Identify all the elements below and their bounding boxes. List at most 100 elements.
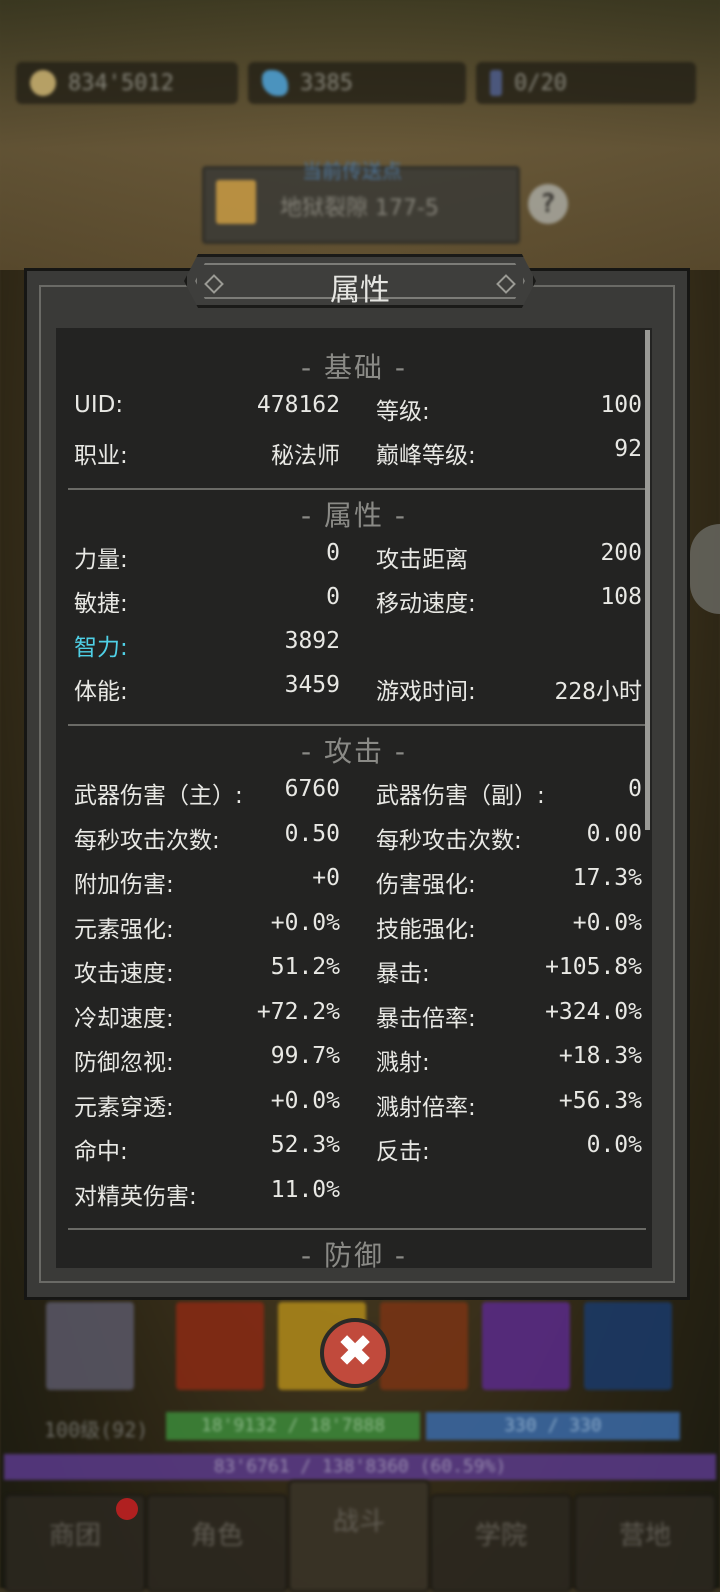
stat-value: 0	[628, 776, 642, 802]
stat-value: 6760	[284, 776, 340, 802]
stat-label: 溅射倍率:	[376, 1094, 476, 1121]
stat-row: 附加伤害: +0 伤害强化: 17.3%	[56, 865, 652, 905]
close-button[interactable]: ✖	[320, 1318, 390, 1388]
skill-slot[interactable]	[176, 1302, 264, 1390]
gem-counter: 3385	[248, 62, 466, 104]
panel-title: 属性	[330, 273, 390, 308]
section-header-defense: - 防御 -	[300, 1239, 407, 1268]
stat-row: 攻击速度: 51.2% 暴击: +105.8%	[56, 954, 652, 994]
book-icon	[216, 180, 256, 224]
stat-row: 职业: 秘法师 巅峰等级: 92	[56, 436, 652, 476]
stat-row: 每秒攻击次数: 0.50 每秒攻击次数: 0.00	[56, 821, 652, 861]
stat-label: 暴击:	[376, 961, 430, 987]
stat-value: 228小时	[554, 679, 642, 705]
stat-row: 敏捷: 0 移动速度: 108	[56, 584, 652, 624]
stat-value: 92	[614, 436, 642, 462]
portal-caption: 当前传送点	[302, 159, 402, 183]
stat-row: 防御忽视: 99.7% 溅射: +18.3%	[56, 1043, 652, 1083]
key-icon	[490, 70, 502, 96]
section-header-basic: - 基础 -	[300, 351, 407, 384]
stat-row: 智力: 3892	[56, 628, 652, 668]
panel-title-tab: 属性	[184, 254, 536, 308]
stat-value: 秘法师	[271, 443, 340, 469]
stat-label: 移动速度:	[376, 591, 476, 617]
hp-bar: 18'9132 / 18'7888	[166, 1412, 420, 1440]
stat-value: 3459	[284, 672, 340, 698]
mp-bar: 330 / 330	[426, 1412, 680, 1440]
nav-tab-academy[interactable]: 学院	[430, 1494, 572, 1592]
stat-value: +0.0%	[270, 1087, 340, 1114]
stat-label: 攻击距离	[376, 547, 468, 573]
stats-scroll-area[interactable]: - 基础 - UID: 478162 等级: 100 职业: 秘法师 巅峰等级:…	[56, 328, 652, 1268]
stat-label: 每秒攻击次数:	[74, 827, 220, 854]
stat-value: 51.2%	[270, 954, 340, 980]
stat-row: 冷却速度: +72.2% 暴击倍率: +324.0%	[56, 999, 652, 1039]
section-header-attributes: - 属性 -	[300, 499, 407, 532]
stat-row: 力量: 0 攻击距离 200	[56, 540, 652, 580]
stat-label: 反击:	[376, 1139, 430, 1165]
stat-value: 0	[326, 540, 340, 566]
key-counter: 0/20	[476, 62, 696, 104]
stat-value: +18.3%	[558, 1043, 642, 1069]
stat-label: 防御忽视:	[74, 1050, 174, 1076]
stat-label: 职业:	[74, 443, 128, 469]
stat-row: 体能: 3459 游戏时间: 228小时	[56, 672, 652, 712]
section-divider	[68, 1228, 646, 1230]
stat-value: 0	[326, 584, 340, 610]
player-level: 100级(92)	[44, 1418, 149, 1442]
stat-value: 52.3%	[270, 1132, 340, 1158]
stat-label: 溅射:	[376, 1050, 430, 1076]
stat-label: 攻击速度:	[74, 961, 174, 987]
stat-label: 游戏时间:	[376, 679, 476, 705]
nav-tab-battle[interactable]: 战斗	[288, 1480, 430, 1592]
nav-tab-character[interactable]: 角色	[146, 1494, 288, 1592]
side-menu-button[interactable]	[690, 524, 720, 614]
key-value: 0/20	[514, 70, 567, 96]
skill-slot[interactable]	[380, 1302, 468, 1390]
stat-row: 元素穿透: +0.0% 溅射倍率: +56.3%	[56, 1088, 652, 1128]
stat-row: 对精英伤害: 11.0%	[56, 1177, 652, 1217]
stat-value: +324.0%	[545, 998, 642, 1025]
stat-label: 每秒攻击次数:	[376, 827, 522, 854]
skill-slot[interactable]	[482, 1302, 570, 1390]
stat-label: 等级:	[376, 399, 430, 425]
stat-row: UID: 478162 等级: 100	[56, 392, 652, 432]
stat-label: 体能:	[74, 679, 128, 705]
stat-row: 元素强化: +0.0% 技能强化: +0.0%	[56, 910, 652, 950]
stat-label: 命中:	[74, 1139, 128, 1165]
stat-label: 元素强化:	[74, 916, 174, 943]
stat-value: 0.0%	[586, 1132, 642, 1158]
stat-label: 暴击倍率:	[376, 1005, 476, 1032]
skill-slot[interactable]	[584, 1302, 672, 1390]
scrollbar[interactable]	[645, 330, 650, 830]
section-divider	[68, 724, 646, 726]
xp-bar: 83'6761 / 138'8360 (60.59%)	[4, 1454, 716, 1480]
hero-portrait[interactable]	[46, 1302, 134, 1390]
stat-value: 11.0%	[270, 1176, 340, 1203]
help-icon[interactable]: ?	[528, 184, 568, 224]
stat-value: 0.50	[284, 820, 340, 847]
stat-value: 200	[600, 540, 642, 566]
stat-label: 力量:	[74, 547, 128, 573]
nav-tab-camp[interactable]: 营地	[574, 1494, 716, 1592]
portal-location: 地狱裂隙 177-5	[280, 196, 439, 221]
gem-icon	[262, 70, 288, 96]
stat-value: +0.0%	[270, 909, 340, 936]
stat-label: 技能强化:	[376, 916, 476, 943]
stat-value: +105.8%	[545, 954, 642, 980]
coin-icon	[30, 70, 56, 96]
stat-value: 3892	[284, 628, 340, 654]
stat-label: UID:	[74, 392, 124, 418]
stat-label: 伤害强化:	[376, 872, 476, 898]
stat-label: 附加伤害:	[74, 872, 174, 898]
stat-label: 对精英伤害:	[74, 1183, 197, 1210]
stat-row: 命中: 52.3% 反击: 0.0%	[56, 1132, 652, 1172]
stat-label-primary: 智力:	[74, 635, 128, 661]
section-divider	[68, 488, 646, 490]
stat-value: 0.00	[586, 820, 642, 847]
stat-label: 冷却速度:	[74, 1005, 174, 1032]
stat-label: 巅峰等级:	[376, 443, 476, 469]
stat-row: 武器伤害（主）: 6760 武器伤害（副）: 0	[56, 776, 652, 816]
gold-value: 834'5012	[68, 70, 174, 96]
notification-badge	[116, 1498, 138, 1520]
